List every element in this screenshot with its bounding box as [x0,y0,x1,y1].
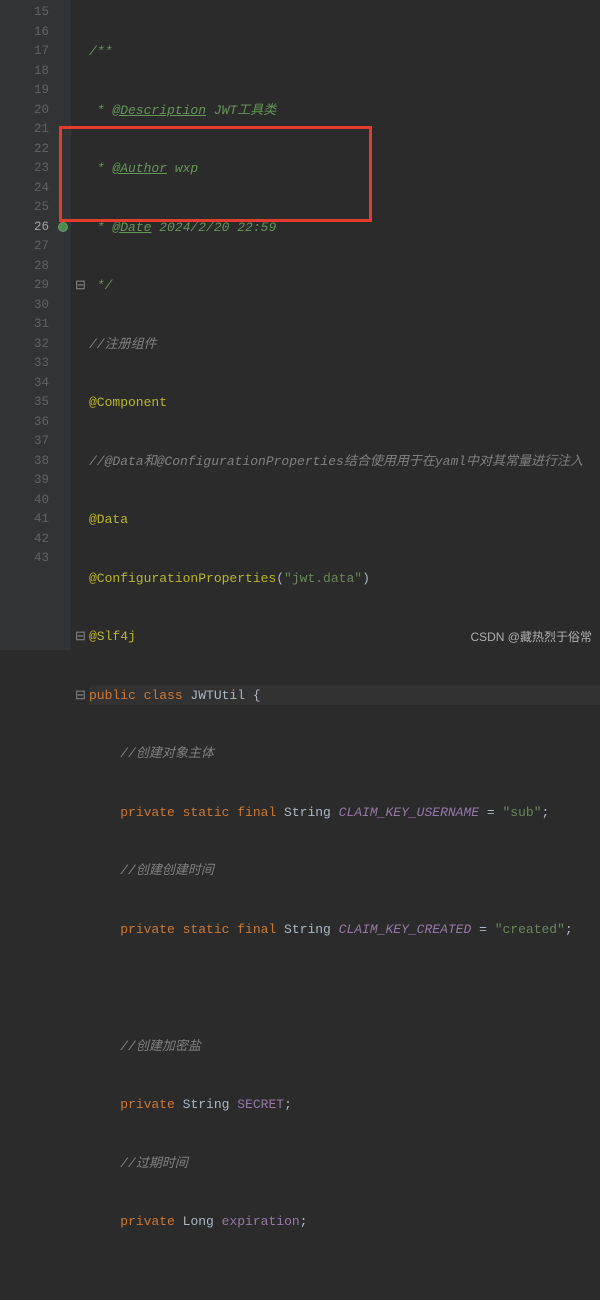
line-number: 15 [0,3,49,23]
code-area[interactable]: /** * @Description JWT工具类 * @Author wxp … [71,0,600,650]
gutter: 1516171819202122232425262728293031323334… [0,0,55,650]
line-number: 17 [0,42,49,62]
line-number: 29 [0,276,49,296]
line-number: 39 [0,471,49,491]
line-number: 41 [0,510,49,530]
line-number: 19 [0,81,49,101]
line-number: 43 [0,549,49,569]
line-number: 30 [0,296,49,316]
line-number: 16 [0,23,49,43]
watermark: CSDN @藏热烈于俗常 [470,628,592,646]
run-gutter-icon[interactable] [58,222,68,232]
line-number: 23 [0,159,49,179]
line-number: 21 [0,120,49,140]
line-number: 20 [0,101,49,121]
line-number: 33 [0,354,49,374]
line-number: 28 [0,257,49,277]
line-number: 26 [0,218,49,238]
line-number: 37 [0,432,49,452]
line-number: 32 [0,335,49,355]
line-number: 40 [0,491,49,511]
line-number: 18 [0,62,49,82]
gutter-icons [55,0,71,650]
line-number: 22 [0,140,49,160]
line-number: 34 [0,374,49,394]
line-number: 35 [0,393,49,413]
line-number: 31 [0,315,49,335]
line-number: 36 [0,413,49,433]
line-number: 27 [0,237,49,257]
code-editor[interactable]: 1516171819202122232425262728293031323334… [0,0,600,650]
line-number: 42 [0,530,49,550]
line-number: 24 [0,179,49,199]
line-number: 38 [0,452,49,472]
line-number: 25 [0,198,49,218]
